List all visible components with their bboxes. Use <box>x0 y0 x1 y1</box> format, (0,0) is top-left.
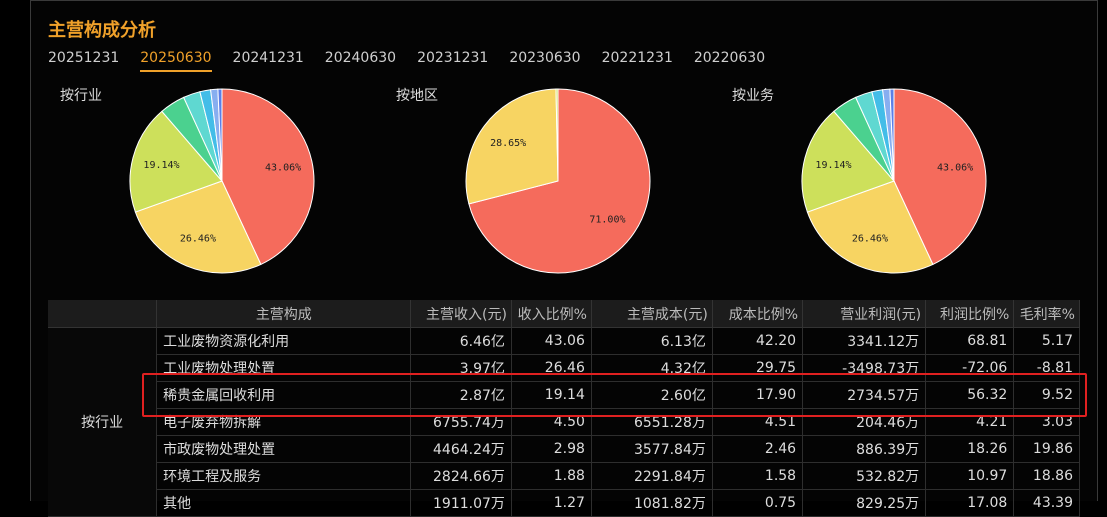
cell-value: 2.46 <box>712 435 804 463</box>
cell-value: 68.81 <box>925 327 1015 355</box>
cell-value: 43.06 <box>511 327 592 355</box>
row-name: 其他 <box>156 489 412 517</box>
table-row: 环境工程及服务 2824.66万 1.88 2291.84万 1.58 532.82万 10… <box>48 462 1080 490</box>
cell-value: 56.32 <box>925 381 1015 409</box>
cell-value: 1.88 <box>511 462 592 490</box>
cell-value: 886.39万 <box>802 435 927 463</box>
cell-value: 18.26 <box>925 435 1015 463</box>
table-row: 市政废物处理处置 4464.24万 2.98 3577.84万 2.46 886.39万 1… <box>48 435 1080 463</box>
row-name: 稀贵金属回收利用 <box>156 381 412 409</box>
cell-value: 2824.66万 <box>410 462 512 490</box>
header-cell[interactable]: 主营成本(元) <box>591 300 713 328</box>
cell-value: 4.51 <box>712 408 804 436</box>
cell-value: 532.82万 <box>802 462 927 490</box>
table-row: 稀贵金属回收利用 2.87亿 19.14 2.60亿 17.90 2734.57万 56.3… <box>48 381 1080 409</box>
pie-slice-label: 19.14% <box>143 160 179 171</box>
pie-chart-industry: 43.06% 26.46% 19.14% <box>129 88 315 274</box>
cell-value: 9.52 <box>1013 381 1080 409</box>
header-cell[interactable]: 利润比例% <box>925 300 1015 328</box>
cell-value: 6.46亿 <box>410 327 512 355</box>
pie-slice-label: 19.14% <box>815 160 851 171</box>
cell-value: 2.87亿 <box>410 381 512 409</box>
cell-value: 17.08 <box>925 489 1015 517</box>
cell-value: -72.06 <box>925 354 1015 382</box>
header-cell[interactable]: 营业利润(元) <box>802 300 927 328</box>
table-row: 按行业 工业废物资源化利用 6.46亿 43.06 6.13亿 42.20 3341.12万… <box>48 327 1080 517</box>
cell-value: 5.17 <box>1013 327 1080 355</box>
row-name: 环境工程及服务 <box>156 462 412 490</box>
cell-value: -3498.73万 <box>802 354 927 382</box>
pie-title-region: 按地区 <box>396 88 438 104</box>
pie-slice-label: 28.65% <box>490 138 526 149</box>
tab-20220630[interactable]: 20220630 <box>694 50 765 72</box>
row-name: 市政废物处理处置 <box>156 435 412 463</box>
cell-value: 4.21 <box>925 408 1015 436</box>
cell-value: 4.50 <box>511 408 592 436</box>
pie-chart-region: 71.00% 28.65% <box>465 88 651 274</box>
cell-value: 4464.24万 <box>410 435 512 463</box>
tab-20240630[interactable]: 20240630 <box>325 50 396 72</box>
header-cell[interactable]: 主营收入(元) <box>410 300 512 328</box>
cell-value: 204.46万 <box>802 408 927 436</box>
pie-title-industry: 按行业 <box>60 88 102 104</box>
header-cell[interactable]: 主营构成 <box>156 300 412 328</box>
cell-value: 19.14 <box>511 381 592 409</box>
pie-slice-label: 26.46% <box>180 234 216 245</box>
cell-value: 29.75 <box>712 354 804 382</box>
cell-value: 43.39 <box>1013 489 1080 517</box>
cell-value: 1081.82万 <box>591 489 713 517</box>
cell-value: 6755.74万 <box>410 408 512 436</box>
cell-value: 1.27 <box>511 489 592 517</box>
tab-20221231[interactable]: 20221231 <box>602 50 673 72</box>
pie-slice-label: 43.06% <box>937 162 973 173</box>
cell-value: 0.75 <box>712 489 804 517</box>
cell-value: 2291.84万 <box>591 462 713 490</box>
table-header-row: 主营构成 主营收入(元) 收入比例% 主营成本(元) 成本比例% 营业利润(元) 利润比例%… <box>48 300 1080 328</box>
cell-value: 10.97 <box>925 462 1015 490</box>
row-name: 电子废弃物拆解 <box>156 408 412 436</box>
tab-20230630[interactable]: 20230630 <box>509 50 580 72</box>
tab-20250630[interactable]: 20250630 <box>140 50 212 72</box>
cell-value: 19.86 <box>1013 435 1080 463</box>
cell-value: 4.32亿 <box>591 354 713 382</box>
cell-value: -8.81 <box>1013 354 1080 382</box>
cell-value: 3.03 <box>1013 408 1080 436</box>
section-title: 主营构成分析 <box>48 20 156 41</box>
composition-table: 主营构成 主营收入(元) 收入比例% 主营成本(元) 成本比例% 营业利润(元) 利润比例%… <box>48 300 1080 517</box>
cell-value: 3.97亿 <box>410 354 512 382</box>
cell-value: 42.20 <box>712 327 804 355</box>
period-tabs: 20251231 20250630 20241231 20240630 20231231… <box>48 50 786 72</box>
table-row: 工业废物处理处置 3.97亿 26.46 4.32亿 29.75 -3498.73万 -72… <box>48 354 1080 382</box>
header-cell[interactable]: 收入比例% <box>511 300 592 328</box>
group-label: 按行业 <box>48 327 158 517</box>
header-cell[interactable]: 成本比例% <box>712 300 804 328</box>
pie-chart-business: 43.06% 26.46% 19.14% <box>801 88 987 274</box>
cell-value: 2.60亿 <box>591 381 713 409</box>
cell-value: 18.86 <box>1013 462 1080 490</box>
pie-slice-label: 43.06% <box>265 162 301 173</box>
table-row: 其他 1911.07万 1.27 1081.82万 0.75 829.25万 17.08 43… <box>48 489 1080 517</box>
pie-slice-label: 71.00% <box>589 214 625 225</box>
cell-value: 3341.12万 <box>802 327 927 355</box>
tab-20251231[interactable]: 20251231 <box>48 50 119 72</box>
cell-value: 26.46 <box>511 354 592 382</box>
cell-value: 6.13亿 <box>591 327 713 355</box>
row-name: 工业废物处理处置 <box>156 354 412 382</box>
cell-value: 829.25万 <box>802 489 927 517</box>
cell-value: 6551.28万 <box>591 408 713 436</box>
tab-20231231[interactable]: 20231231 <box>417 50 488 72</box>
cell-value: 1.58 <box>712 462 804 490</box>
header-cell[interactable]: 毛利率% <box>1013 300 1080 328</box>
pie-title-business: 按业务 <box>732 88 774 104</box>
table-row: 电子废弃物拆解 6755.74万 4.50 6551.28万 4.51 204.46万 4.… <box>48 408 1080 436</box>
cell-value: 2734.57万 <box>802 381 927 409</box>
row-name: 工业废物资源化利用 <box>156 327 412 355</box>
cell-value: 3577.84万 <box>591 435 713 463</box>
cell-value: 2.98 <box>511 435 592 463</box>
header-cell-blank <box>48 300 158 328</box>
cell-value: 1911.07万 <box>410 489 512 517</box>
tab-20241231[interactable]: 20241231 <box>233 50 304 72</box>
cell-value: 17.90 <box>712 381 804 409</box>
pie-slice-label: 26.46% <box>852 234 888 245</box>
